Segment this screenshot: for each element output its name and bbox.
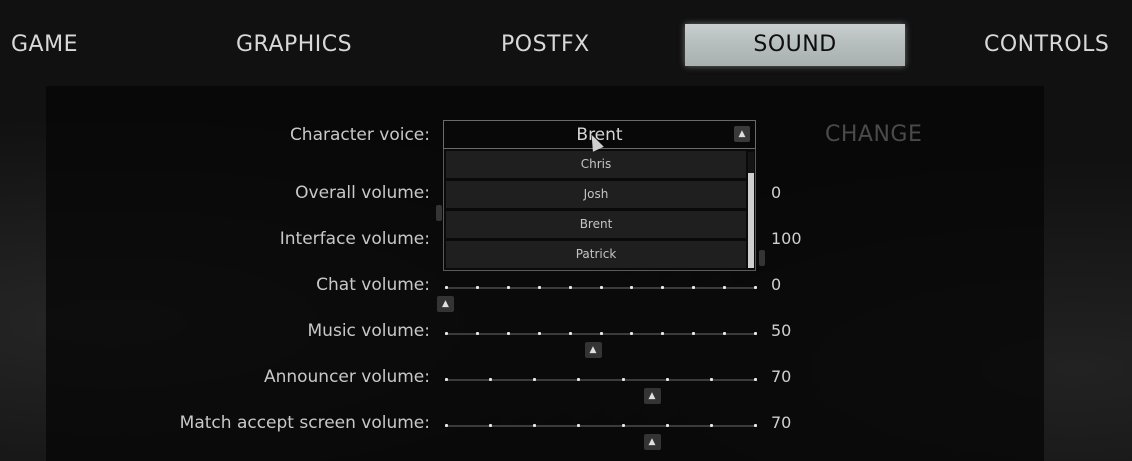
slider-tick: [754, 378, 757, 381]
slider-tick: [506, 286, 510, 289]
slider-tick: [754, 424, 757, 427]
slider-tick: [533, 378, 537, 381]
slider-tick: [568, 286, 572, 289]
slider-tick: [599, 332, 603, 335]
slider-tick: [489, 424, 493, 427]
music-volume-label: Music volume:: [307, 321, 430, 341]
music-volume-slider[interactable]: [445, 332, 757, 335]
overall-volume-label: Overall volume:: [295, 183, 430, 203]
slider-tick: [754, 286, 757, 289]
tab-controls[interactable]: CONTROLS: [984, 24, 1109, 66]
slider-tick: [723, 286, 727, 289]
slider-tick: [568, 332, 572, 335]
slider-tick: [475, 286, 479, 289]
slider-tick: [630, 332, 634, 335]
chat-volume-value: 0: [771, 275, 782, 294]
slider-tick: [709, 424, 713, 427]
slider-tick: [599, 286, 603, 289]
chat-volume-label: Chat volume:: [316, 275, 430, 295]
slider-tick: [754, 332, 757, 335]
slider-tick: [537, 286, 541, 289]
chevron-up-icon[interactable]: ▲: [734, 126, 750, 142]
slider-tick: [692, 286, 696, 289]
voice-option-chris[interactable]: Chris: [446, 151, 746, 178]
slider-tick: [445, 378, 448, 381]
dropdown-scrollbar-thumb[interactable]: [748, 173, 754, 268]
slider-tick: [537, 332, 541, 335]
slider-handle[interactable]: ▲: [643, 434, 661, 450]
slider-tick: [723, 332, 727, 335]
tab-graphics[interactable]: GRAPHICS: [236, 24, 352, 66]
slider-tick: [621, 424, 625, 427]
sound-settings-screen: GAME GRAPHICS POSTFX SOUND CONTROLS Char…: [0, 0, 1132, 461]
character-voice-label: Character voice:: [289, 125, 430, 145]
slider-handle[interactable]: ▲: [643, 388, 661, 404]
slider-tick: [630, 286, 634, 289]
announcer-volume-slider[interactable]: [445, 378, 757, 381]
slider-tick: [506, 332, 510, 335]
slider-tick: [709, 378, 713, 381]
slider-handle[interactable]: ▲: [437, 296, 454, 312]
overall-volume-value: 0: [771, 183, 782, 202]
slider-tick: [489, 378, 493, 381]
slider-tick: [665, 424, 669, 427]
announcer-volume-label: Announcer volume:: [263, 367, 430, 387]
chat-volume-slider[interactable]: [445, 286, 757, 289]
slider-handle[interactable]: ▲: [584, 342, 602, 358]
match-accept-volume-slider[interactable]: [445, 424, 757, 427]
slider-tick: [577, 424, 581, 427]
interface-volume-value: 100: [771, 229, 802, 248]
slider-tick: [445, 424, 448, 427]
tab-postfx[interactable]: POSTFX: [501, 24, 590, 66]
announcer-volume-value: 70: [771, 367, 792, 386]
voice-option-patrick[interactable]: Patrick: [446, 241, 746, 268]
slider-tick: [692, 332, 696, 335]
change-button[interactable]: CHANGE: [825, 122, 922, 147]
interface-volume-handle[interactable]: [759, 250, 765, 266]
character-voice-dropdown: Chris Josh Brent Patrick: [443, 149, 756, 271]
slider-tick: [665, 378, 669, 381]
match-accept-volume-value: 70: [771, 413, 792, 432]
slider-tick: [621, 378, 625, 381]
overall-volume-handle[interactable]: [436, 205, 442, 221]
slider-tick: [661, 332, 665, 335]
slider-tick: [445, 332, 448, 335]
music-volume-value: 50: [771, 321, 792, 340]
tab-game[interactable]: GAME: [11, 24, 78, 66]
slider-tick: [475, 332, 479, 335]
slider-tick: [577, 378, 581, 381]
slider-tick: [661, 286, 665, 289]
slider-tick: [445, 286, 448, 289]
voice-option-brent[interactable]: Brent: [446, 211, 746, 238]
voice-option-josh[interactable]: Josh: [446, 181, 746, 208]
interface-volume-label: Interface volume:: [279, 229, 430, 249]
match-accept-volume-label: Match accept screen volume:: [179, 413, 430, 433]
tab-sound[interactable]: SOUND: [685, 24, 905, 66]
slider-tick: [533, 424, 537, 427]
